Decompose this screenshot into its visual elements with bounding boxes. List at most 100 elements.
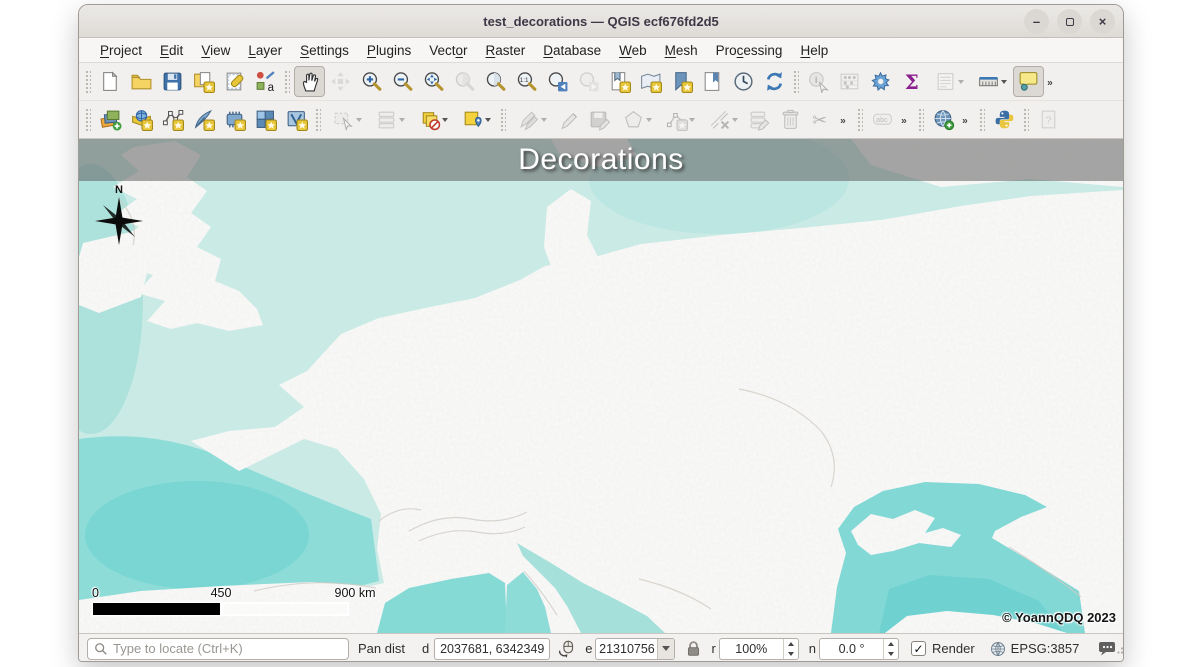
- pan-map-button[interactable]: [294, 66, 325, 97]
- project-open-button[interactable]: [126, 66, 157, 97]
- project-new-button[interactable]: [95, 66, 126, 97]
- toolbar-overflow-button[interactable]: »: [837, 104, 854, 135]
- delete-ring-button[interactable]: [701, 104, 744, 135]
- toolbar-grip[interactable]: [856, 107, 863, 133]
- dropdown-arrow-icon[interactable]: [356, 118, 362, 122]
- dropdown-arrow-icon[interactable]: [485, 118, 491, 122]
- menu-plugins[interactable]: Plugins: [358, 41, 420, 60]
- help-contents-button[interactable]: ?: [1033, 104, 1064, 135]
- menu-settings[interactable]: Settings: [291, 41, 358, 60]
- magnifier-spinbox[interactable]: 100%: [719, 638, 799, 660]
- dropdown-arrow-icon[interactable]: [732, 118, 738, 122]
- menu-database[interactable]: Database: [534, 41, 610, 60]
- save-layer-edits-button[interactable]: [584, 104, 615, 135]
- menu-help[interactable]: Help: [791, 41, 837, 60]
- pan-to-selection-button[interactable]: [325, 66, 356, 97]
- layer-labeling-button[interactable]: abc: [867, 104, 898, 135]
- toolbar-grip[interactable]: [283, 69, 290, 95]
- open-attribute-table-button[interactable]: [834, 66, 865, 97]
- show-spatial-bookmarks-button[interactable]: [635, 66, 666, 97]
- add-geopackage-layer-button[interactable]: [188, 104, 219, 135]
- toolbar-grip[interactable]: [84, 107, 91, 133]
- zoom-in-button[interactable]: [356, 66, 387, 97]
- zoom-last-button[interactable]: [542, 66, 573, 97]
- messages-button[interactable]: [1097, 640, 1117, 657]
- minimize-button[interactable]: –: [1024, 9, 1049, 34]
- menu-vector[interactable]: Vector: [420, 41, 476, 60]
- render-checkbox[interactable]: ✓: [911, 641, 926, 656]
- title-bar[interactable]: test_decorations — QGIS ecf676fd2d5 – ×: [79, 5, 1123, 38]
- toolbar-grip[interactable]: [314, 107, 321, 133]
- measure-button[interactable]: [970, 66, 1013, 97]
- dropdown-arrow-icon[interactable]: [689, 118, 695, 122]
- resize-grip[interactable]: [1117, 643, 1124, 654]
- new-map-view-button[interactable]: [604, 66, 635, 97]
- add-raster-layer-button[interactable]: [250, 104, 281, 135]
- dropdown-arrow-icon[interactable]: [399, 118, 405, 122]
- menu-project[interactable]: Project: [91, 41, 151, 60]
- menu-view[interactable]: View: [192, 41, 239, 60]
- crs-status-button[interactable]: [990, 641, 1006, 657]
- toolbar-overflow-button[interactable]: »: [959, 104, 976, 135]
- scale-dropdown-arrow[interactable]: [657, 639, 674, 659]
- select-by-value-button[interactable]: [454, 104, 497, 135]
- menu-raster[interactable]: Raster: [477, 41, 535, 60]
- project-save-button[interactable]: [157, 66, 188, 97]
- select-by-form-button[interactable]: [368, 104, 411, 135]
- menu-web[interactable]: Web: [610, 41, 656, 60]
- deselect-all-button[interactable]: [411, 104, 454, 135]
- processing-toolbox-button[interactable]: [865, 66, 896, 97]
- show-layout-manager-button[interactable]: [219, 66, 250, 97]
- toolbar-overflow-button[interactable]: »: [1044, 66, 1061, 97]
- dropdown-arrow-icon[interactable]: [1001, 80, 1007, 84]
- scale-combo[interactable]: 21310756: [595, 638, 675, 660]
- rotation-spin-arrows[interactable]: [883, 639, 898, 659]
- cut-features-button[interactable]: ✂: [806, 104, 837, 135]
- map-tips-button[interactable]: [1013, 66, 1044, 97]
- bookmark-manager-button[interactable]: [697, 66, 728, 97]
- temporal-controller-button[interactable]: [728, 66, 759, 97]
- close-button[interactable]: ×: [1090, 9, 1115, 34]
- new-print-layout-button[interactable]: [188, 66, 219, 97]
- menu-mesh[interactable]: Mesh: [656, 41, 707, 60]
- statistical-summary-button[interactable]: Σ: [896, 66, 927, 97]
- magnifier-spin-arrows[interactable]: [783, 639, 798, 659]
- new-spatial-bookmark-button[interactable]: [666, 66, 697, 97]
- locator-input[interactable]: Type to locate (Ctrl+K): [87, 638, 349, 660]
- menu-layer[interactable]: Layer: [239, 41, 291, 60]
- add-vector-layer-button[interactable]: [126, 104, 157, 135]
- crs-label[interactable]: EPSG:3857: [1011, 641, 1080, 656]
- add-postgis-layer-button[interactable]: [219, 104, 250, 135]
- zoom-to-layer-button[interactable]: [480, 66, 511, 97]
- modify-attributes-button[interactable]: [744, 104, 775, 135]
- zoom-to-selection-button[interactable]: [449, 66, 480, 97]
- toolbar-overflow-button[interactable]: »: [898, 104, 915, 135]
- toolbar-grip[interactable]: [84, 69, 91, 95]
- delete-selected-button[interactable]: [775, 104, 806, 135]
- extents-toggle-button[interactable]: [557, 639, 576, 658]
- dropdown-arrow-icon[interactable]: [442, 118, 448, 122]
- toolbar-grip[interactable]: [499, 107, 506, 133]
- toolbar-grip[interactable]: [978, 107, 985, 133]
- dropdown-arrow-icon[interactable]: [958, 80, 964, 84]
- zoom-next-button[interactable]: [573, 66, 604, 97]
- style-manager-button[interactable]: a: [250, 66, 281, 97]
- add-mesh-layer-button[interactable]: [281, 104, 312, 135]
- add-delimited-text-layer-button[interactable]: [157, 104, 188, 135]
- zoom-full-extent-button[interactable]: [418, 66, 449, 97]
- add-polygon-feature-button[interactable]: [615, 104, 658, 135]
- dropdown-arrow-icon[interactable]: [541, 118, 547, 122]
- toolbar-grip[interactable]: [917, 107, 924, 133]
- menu-edit[interactable]: Edit: [151, 41, 192, 60]
- lock-scale-button[interactable]: [685, 640, 702, 657]
- metasearch-button[interactable]: [928, 104, 959, 135]
- toolbar-grip[interactable]: [1022, 107, 1029, 133]
- zoom-out-button[interactable]: [387, 66, 418, 97]
- select-features-button[interactable]: [325, 104, 368, 135]
- maximize-button[interactable]: [1057, 9, 1082, 34]
- map-canvas[interactable]: Decorations N 0 450 900 km: [79, 139, 1123, 633]
- menu-processing[interactable]: Processing: [707, 41, 792, 60]
- attribute-table-menu-button[interactable]: [927, 66, 970, 97]
- rotation-spinbox[interactable]: 0.0 °: [819, 638, 899, 660]
- toggle-editing-button[interactable]: [553, 104, 584, 135]
